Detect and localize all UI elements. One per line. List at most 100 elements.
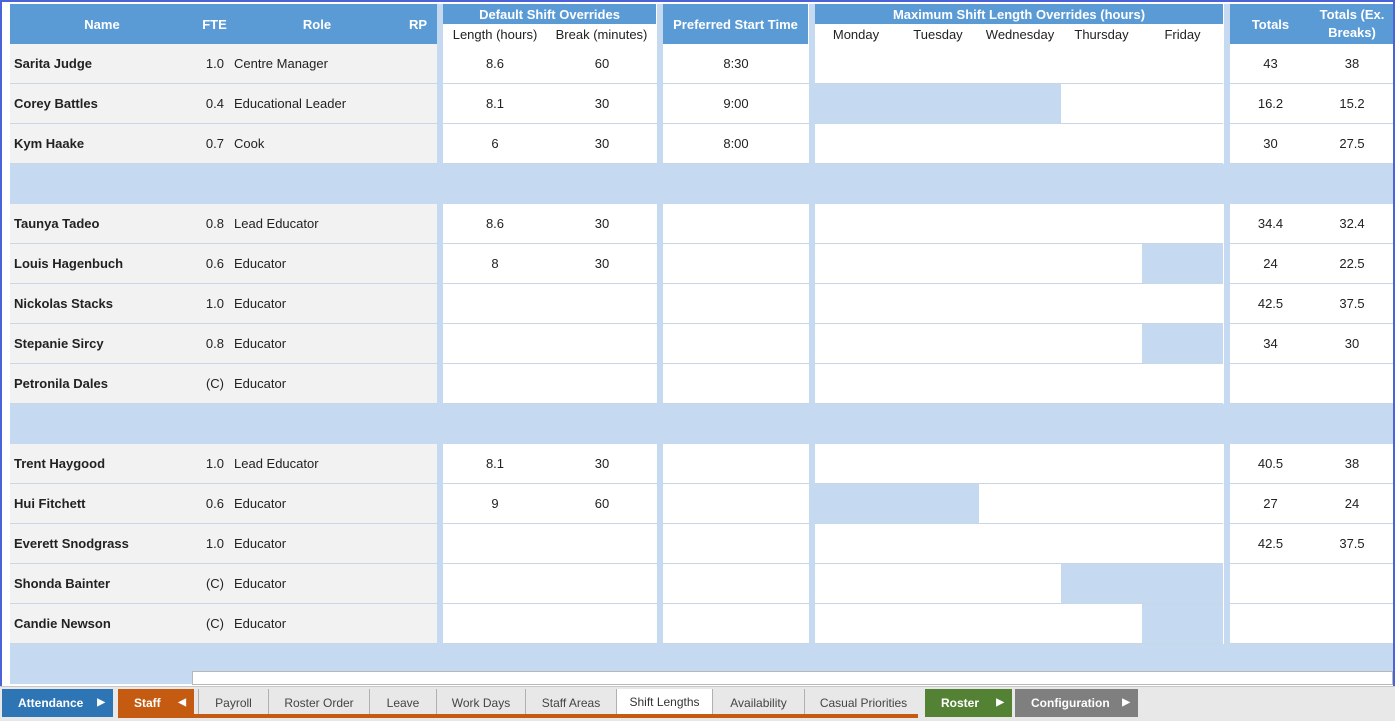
break-minutes-cell[interactable]	[547, 564, 657, 604]
tab-leave[interactable]: Leave	[369, 689, 436, 717]
staff-name-cell[interactable]: Kym Haake	[10, 124, 182, 164]
role-cell[interactable]: Educator	[228, 244, 400, 284]
max-shift-thursday-cell[interactable]	[1061, 44, 1142, 84]
preferred-start-cell[interactable]	[663, 204, 809, 244]
max-shift-monday-cell[interactable]	[815, 124, 897, 164]
fte-cell[interactable]: 1.0	[182, 444, 228, 484]
fte-cell[interactable]: 1.0	[182, 284, 228, 324]
max-shift-friday-cell[interactable]	[1142, 44, 1223, 84]
fte-cell[interactable]: 0.8	[182, 204, 228, 244]
max-shift-tuesday-cell[interactable]	[897, 284, 979, 324]
staff-name-cell[interactable]: Hui Fitchett	[10, 484, 182, 524]
max-shift-monday-cell[interactable]	[815, 244, 897, 284]
break-minutes-cell[interactable]: 30	[547, 444, 657, 484]
role-cell[interactable]: Educator	[228, 524, 400, 564]
rp-cell[interactable]	[400, 604, 437, 644]
tab-availability[interactable]: Availability	[712, 689, 804, 717]
table-row[interactable]: Hui Fitchett 0.6 Educator 9 60 27 24	[10, 484, 1393, 524]
fte-cell[interactable]: 0.6	[182, 244, 228, 284]
break-minutes-cell[interactable]: 30	[547, 84, 657, 124]
max-shift-thursday-cell[interactable]	[1061, 484, 1142, 524]
table-row[interactable]: Stepanie Sircy 0.8 Educator 34 30	[10, 324, 1393, 364]
tab-staff[interactable]: Staff ◀	[118, 689, 194, 717]
tab-configuration[interactable]: Configuration ▶	[1015, 689, 1138, 717]
max-shift-wednesday-cell[interactable]	[979, 524, 1061, 564]
staff-name-cell[interactable]: Trent Haygood	[10, 444, 182, 484]
preferred-start-cell[interactable]	[663, 284, 809, 324]
max-shift-wednesday-cell[interactable]	[979, 204, 1061, 244]
tab-roster-order[interactable]: Roster Order	[268, 689, 369, 717]
rp-cell[interactable]	[400, 124, 437, 164]
max-shift-tuesday-cell[interactable]	[897, 604, 979, 644]
length-hours-cell[interactable]	[443, 364, 547, 404]
staff-name-cell[interactable]: Taunya Tadeo	[10, 204, 182, 244]
max-shift-wednesday-cell[interactable]	[979, 324, 1061, 364]
preferred-start-cell[interactable]: 9:00	[663, 84, 809, 124]
length-hours-cell[interactable]: 8.6	[443, 204, 547, 244]
role-cell[interactable]: Educator	[228, 364, 400, 404]
horizontal-scrollbar[interactable]	[192, 671, 1393, 685]
rp-cell[interactable]	[400, 364, 437, 404]
header-fte[interactable]: FTE	[192, 4, 237, 44]
max-shift-tuesday-cell[interactable]	[897, 484, 979, 524]
max-shift-wednesday-cell[interactable]	[979, 244, 1061, 284]
table-row[interactable]: Corey Battles 0.4 Educational Leader 8.1 30 9…	[10, 84, 1393, 124]
length-hours-cell[interactable]: 8.1	[443, 444, 547, 484]
max-shift-wednesday-cell[interactable]	[979, 44, 1061, 84]
preferred-start-cell[interactable]	[663, 564, 809, 604]
preferred-start-cell[interactable]	[663, 524, 809, 564]
break-minutes-cell[interactable]	[547, 324, 657, 364]
break-minutes-cell[interactable]	[547, 524, 657, 564]
length-hours-cell[interactable]: 8.1	[443, 84, 547, 124]
max-shift-wednesday-cell[interactable]	[979, 484, 1061, 524]
break-minutes-cell[interactable]	[547, 604, 657, 644]
fte-cell[interactable]: 0.8	[182, 324, 228, 364]
break-minutes-cell[interactable]	[547, 284, 657, 324]
header-monday[interactable]: Monday	[815, 24, 897, 44]
table-row[interactable]: Sarita Judge 1.0 Centre Manager 8.6 60 8:30 43…	[10, 44, 1393, 84]
header-length-hours[interactable]: Length (hours)	[443, 24, 547, 44]
max-shift-monday-cell[interactable]	[815, 84, 897, 124]
max-shift-tuesday-cell[interactable]	[897, 564, 979, 604]
max-shift-wednesday-cell[interactable]	[979, 364, 1061, 404]
max-shift-friday-cell[interactable]	[1142, 484, 1223, 524]
max-shift-wednesday-cell[interactable]	[979, 284, 1061, 324]
fte-cell[interactable]: (C)	[182, 604, 228, 644]
header-thursday[interactable]: Thursday	[1061, 24, 1142, 44]
tab-staff-areas[interactable]: Staff Areas	[525, 689, 616, 717]
rp-cell[interactable]	[400, 484, 437, 524]
max-shift-tuesday-cell[interactable]	[897, 364, 979, 404]
table-row[interactable]: Kym Haake 0.7 Cook 6 30 8:00 30 27.5	[10, 124, 1393, 164]
length-hours-cell[interactable]	[443, 604, 547, 644]
max-shift-tuesday-cell[interactable]	[897, 244, 979, 284]
max-shift-monday-cell[interactable]	[815, 524, 897, 564]
break-minutes-cell[interactable]: 30	[547, 124, 657, 164]
rp-cell[interactable]	[400, 204, 437, 244]
max-shift-friday-cell[interactable]	[1142, 204, 1223, 244]
header-name[interactable]: Name	[62, 4, 142, 44]
role-cell[interactable]: Lead Educator	[228, 204, 400, 244]
fte-cell[interactable]: 0.6	[182, 484, 228, 524]
tab-shift-lengths[interactable]: Shift Lengths	[616, 689, 712, 717]
max-shift-wednesday-cell[interactable]	[979, 444, 1061, 484]
table-row[interactable]: Nickolas Stacks 1.0 Educator 42.5 37.5	[10, 284, 1393, 324]
role-cell[interactable]: Educator	[228, 484, 400, 524]
max-shift-tuesday-cell[interactable]	[897, 204, 979, 244]
max-shift-monday-cell[interactable]	[815, 444, 897, 484]
max-shift-thursday-cell[interactable]	[1061, 124, 1142, 164]
header-totals[interactable]: Totals	[1230, 4, 1311, 44]
max-shift-thursday-cell[interactable]	[1061, 244, 1142, 284]
staff-name-cell[interactable]: Candie Newson	[10, 604, 182, 644]
preferred-start-cell[interactable]: 8:30	[663, 44, 809, 84]
staff-name-cell[interactable]: Nickolas Stacks	[10, 284, 182, 324]
max-shift-tuesday-cell[interactable]	[897, 444, 979, 484]
max-shift-tuesday-cell[interactable]	[897, 524, 979, 564]
table-row[interactable]: Louis Hagenbuch 0.6 Educator 8 30 24 22.5	[10, 244, 1393, 284]
length-hours-cell[interactable]	[443, 324, 547, 364]
max-shift-monday-cell[interactable]	[815, 284, 897, 324]
header-rp[interactable]: RP	[400, 4, 436, 44]
fte-cell[interactable]: 0.7	[182, 124, 228, 164]
table-row[interactable]: Candie Newson (C) Educator	[10, 604, 1393, 644]
preferred-start-cell[interactable]	[663, 244, 809, 284]
role-cell[interactable]: Centre Manager	[228, 44, 400, 84]
